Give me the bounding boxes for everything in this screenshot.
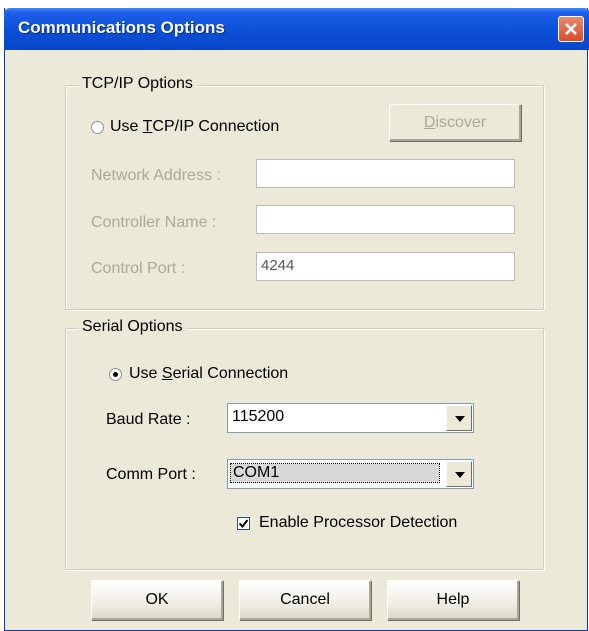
baud-rate-select[interactable]: 115200 [227, 403, 474, 433]
tcpip-radio[interactable] [91, 121, 104, 134]
serial-radio-label[interactable]: Use Serial Connection [129, 365, 288, 383]
controller-name-field[interactable] [256, 205, 515, 234]
window-title: Communications Options [18, 18, 225, 37]
comm-port-dropdown-button[interactable] [446, 461, 472, 487]
cancel-button[interactable]: Cancel [239, 580, 371, 620]
baud-rate-value: 115200 [232, 408, 285, 425]
comm-port-label: Comm Port : [106, 466, 196, 483]
serial-options-legend: Serial Options [78, 318, 187, 336]
close-button[interactable] [558, 16, 584, 42]
baud-rate-label: Baud Rate : [106, 411, 191, 428]
controller-name-label: Controller Name : [91, 214, 217, 231]
comm-port-value: COM1 [230, 463, 440, 483]
ok-button[interactable]: OK [91, 580, 223, 620]
control-port-label: Control Port : [91, 260, 186, 277]
title-bar[interactable]: Communications Options [4, 8, 589, 50]
control-port-field[interactable]: 4244 [256, 252, 515, 281]
chevron-down-icon [455, 472, 465, 478]
radio-selected-dot [113, 372, 118, 377]
baud-rate-dropdown-button[interactable] [446, 405, 472, 431]
chevron-down-icon [455, 416, 465, 422]
tcpip-radio-label[interactable]: Use TCP/IP Connection [110, 118, 279, 136]
serial-radio[interactable] [109, 368, 122, 381]
discover-button[interactable]: Discover [389, 104, 521, 141]
network-address-label: Network Address : [91, 167, 221, 184]
help-button[interactable]: Help [387, 580, 519, 620]
check-icon [239, 519, 248, 528]
close-icon [565, 23, 577, 35]
comm-port-select[interactable]: COM1 [227, 459, 474, 489]
network-address-field[interactable] [256, 159, 515, 188]
processor-detection-checkbox[interactable] [237, 517, 250, 530]
processor-detection-label[interactable]: Enable Processor Detection [259, 514, 457, 532]
communications-options-dialog: Communications Options TCP/IP Options Us… [4, 8, 589, 631]
tcpip-options-legend: TCP/IP Options [78, 75, 197, 93]
